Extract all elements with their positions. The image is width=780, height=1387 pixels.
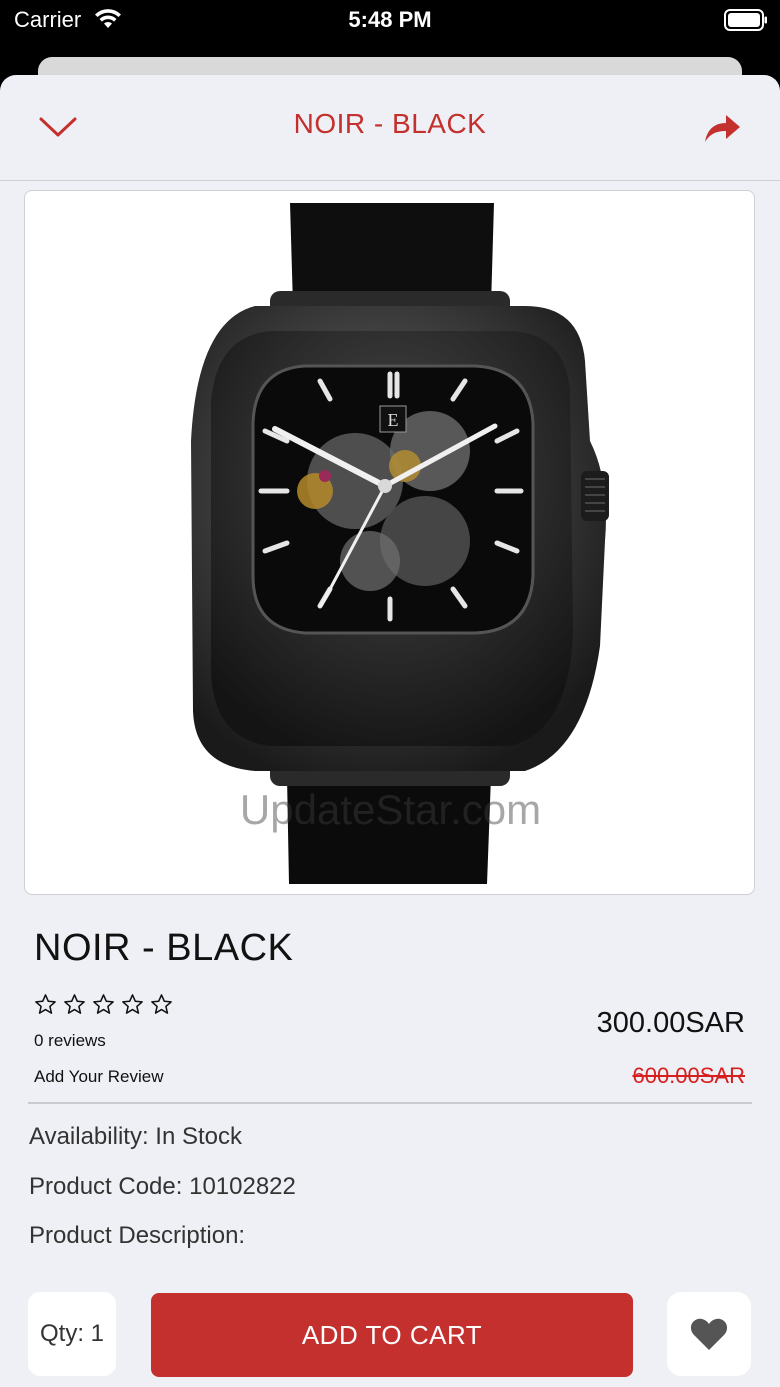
star-icon[interactable] [92,993,115,1016]
image-watermark: UpdateStar.com [239,786,542,833]
availability-text: Availability: In Stock [29,1123,242,1150]
star-icon[interactable] [121,993,144,1016]
product-image[interactable]: E UpdateStar.com [24,190,755,895]
status-time: 5:48 PM [348,7,432,32]
star-icon[interactable] [150,993,173,1016]
divider [28,1102,752,1104]
product-code-text: Product Code: 10102822 [29,1173,296,1200]
share-icon[interactable] [702,113,742,145]
product-description-label: Product Description: [29,1222,246,1249]
current-price: 300.00SAR [596,1007,745,1039]
star-icon[interactable] [63,993,86,1016]
quantity-selector[interactable]: Qty: 1 [28,1292,116,1376]
rating-stars[interactable] [34,993,173,1016]
original-price: 600.00SAR [632,1063,745,1088]
product-title: NOIR - BLACK [34,927,294,969]
add-review-link[interactable]: Add Your Review [34,1067,163,1087]
heart-icon [690,1318,728,1350]
status-bar: Carrier 5:48 PM [0,0,780,56]
svg-text:E: E [388,410,399,430]
reviews-count: 0 reviews [34,1031,106,1050]
nav-bar: NOIR - BLACK [0,75,780,181]
product-sheet: NOIR - BLACK E UpdateStar.com NOIR - BLA… [0,75,780,1387]
star-icon[interactable] [34,993,57,1016]
wishlist-button[interactable] [667,1292,751,1376]
add-to-cart-button[interactable]: ADD TO CART [151,1293,633,1377]
page-title: NOIR - BLACK [293,108,487,139]
battery-icon [724,9,767,31]
